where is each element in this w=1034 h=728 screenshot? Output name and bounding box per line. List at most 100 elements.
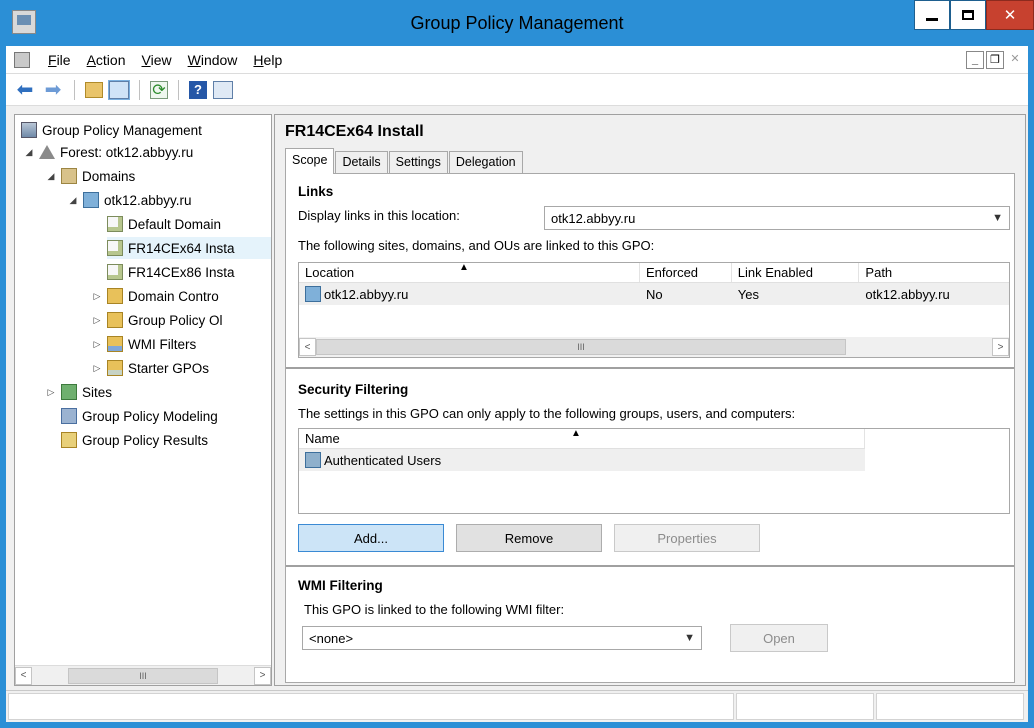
collapse-triangle-icon[interactable]: ◢	[23, 147, 35, 158]
column-link-enabled[interactable]: Link Enabled	[732, 263, 860, 282]
sort-ascending-icon: ▲	[459, 262, 469, 273]
menu-items: File Action View Window Help	[40, 52, 290, 68]
menu-window[interactable]: Window	[180, 52, 246, 68]
mdi-close-button[interactable]: ✕	[1006, 51, 1024, 69]
tree-item-label: Default Domain	[128, 216, 222, 232]
scroll-left-icon[interactable]: <	[15, 666, 32, 685]
results-icon	[61, 432, 77, 448]
tab-scope[interactable]: Scope	[285, 148, 335, 174]
links-location-dropdown[interactable]: otk12.abbyy.ru ▼	[544, 206, 1010, 230]
menu-file[interactable]: File	[40, 52, 79, 68]
cell-path: otk12.abbyy.ru	[865, 286, 950, 302]
wmi-folder-icon	[107, 336, 123, 352]
collapse-triangle-icon[interactable]: ◢	[45, 171, 57, 182]
status-cell-main	[8, 693, 734, 720]
tree-item-wmi-filters[interactable]: ▷ WMI Filters	[91, 333, 196, 355]
column-label: Name	[305, 431, 340, 446]
show-action-pane-icon[interactable]	[213, 80, 233, 99]
up-folder-icon[interactable]	[85, 81, 103, 98]
console-tree[interactable]: Group Policy Management ◢ Forest: otk12.…	[14, 114, 272, 686]
menu-help[interactable]: Help	[245, 52, 290, 68]
expand-triangle-icon[interactable]: ▷	[45, 387, 57, 398]
tree-item-fr14cex64-install[interactable]: FR14CEx64 Insta	[107, 237, 271, 259]
tab-settings[interactable]: Settings	[388, 151, 448, 174]
tree-item-label: Domain Contro	[128, 288, 219, 304]
tab-delegation[interactable]: Delegation	[448, 151, 523, 174]
tree-item-label: Starter GPOs	[128, 360, 210, 376]
remove-button[interactable]: Remove	[456, 524, 602, 552]
mdi-console-icon[interactable]	[14, 52, 30, 68]
scroll-thumb[interactable]: III	[68, 667, 218, 684]
toolbar: ⬅ ➡ ⟳ ?	[6, 74, 1028, 106]
tree-item-results[interactable]: Group Policy Results	[61, 429, 208, 451]
tree-item-sites[interactable]: ▷ Sites	[45, 381, 112, 403]
open-button[interactable]: Open	[730, 624, 828, 652]
section-divider[interactable]	[286, 564, 1014, 567]
links-listview[interactable]: Location ▲ Enforced Link Enabled Path ot…	[298, 262, 1010, 358]
scroll-right-icon[interactable]: >	[254, 666, 271, 685]
minimize-button[interactable]	[914, 0, 950, 30]
menu-view[interactable]: View	[134, 52, 180, 68]
menu-action[interactable]: Action	[79, 52, 134, 68]
forward-arrow-icon[interactable]: ➡	[42, 79, 64, 101]
scroll-right-icon[interactable]: >	[992, 338, 1009, 356]
cell-text: Authenticated Users	[324, 452, 442, 468]
sites-icon	[61, 384, 77, 400]
wmi-filtering-heading: WMI Filtering	[298, 578, 383, 593]
domain-icon	[305, 286, 321, 302]
mdi-restore-button[interactable]: ❐	[986, 51, 1004, 69]
close-button[interactable]: ✕	[986, 0, 1034, 30]
cell-text: otk12.abbyy.ru	[324, 286, 409, 302]
tab-details[interactable]: Details	[335, 151, 388, 174]
tree-item-domain[interactable]: ◢ otk12.abbyy.ru	[67, 189, 192, 211]
chevron-down-icon: ▼	[992, 212, 1003, 224]
tree-item-starter-gpos[interactable]: ▷ Starter GPOs	[91, 357, 209, 379]
column-path[interactable]: Path	[859, 263, 1009, 282]
tree-item-domains[interactable]: ◢ Domains	[45, 165, 135, 187]
scroll-track[interactable]: III	[32, 667, 254, 685]
tree-item-forest[interactable]: ◢ Forest: otk12.abbyy.ru	[23, 141, 194, 163]
properties-button[interactable]: Properties	[614, 524, 760, 552]
wmi-filter-dropdown[interactable]: <none> ▼	[302, 626, 702, 650]
table-row[interactable]: otk12.abbyy.ru No Yes otk12.abbyy.ru	[299, 283, 1009, 305]
links-horizontal-scrollbar[interactable]: < III >	[299, 337, 1009, 357]
column-location[interactable]: Location ▲	[299, 263, 640, 282]
maximize-button[interactable]	[950, 0, 986, 30]
table-row[interactable]: Authenticated Users	[299, 449, 865, 471]
title-bar[interactable]: Group Policy Management ✕	[6, 0, 1034, 46]
column-enforced[interactable]: Enforced	[640, 263, 732, 282]
tree-item-label: otk12.abbyy.ru	[104, 192, 192, 208]
client-area: File Action View Window Help _ ❐ ✕ ⬅ ➡ ⟳…	[6, 46, 1028, 722]
expand-triangle-icon[interactable]: ▷	[91, 339, 103, 350]
tree-item-group-policy-objects[interactable]: ▷ Group Policy Ol	[91, 309, 223, 331]
scroll-thumb[interactable]: III	[316, 339, 846, 355]
tree-horizontal-scrollbar[interactable]: < III >	[15, 665, 271, 685]
section-divider[interactable]	[286, 366, 1014, 369]
help-icon[interactable]: ?	[189, 80, 207, 99]
scroll-grip: III	[577, 342, 585, 352]
close-icon: ✕	[1003, 7, 1017, 24]
mdi-minimize-button[interactable]: _	[966, 51, 984, 69]
tree-item-default-domain-policy[interactable]: Default Domain	[107, 213, 221, 235]
expand-triangle-icon[interactable]: ▷	[91, 315, 103, 326]
scroll-track[interactable]: III	[316, 338, 992, 356]
cell-location: otk12.abbyy.ru	[299, 286, 640, 302]
tree-item-domain-controllers[interactable]: ▷ Domain Contro	[91, 285, 219, 307]
wmi-filter-value: <none>	[309, 630, 354, 646]
column-name[interactable]: Name ▲	[299, 429, 865, 448]
scroll-left-icon[interactable]: <	[299, 338, 316, 356]
refresh-icon[interactable]: ⟳	[150, 80, 168, 99]
tree-item-fr14cex86-install[interactable]: FR14CEx86 Insta	[107, 261, 235, 283]
gpo-link-icon	[107, 240, 123, 256]
gpo-title: FR14CEx64 Install	[285, 123, 424, 140]
expand-triangle-icon[interactable]: ▷	[91, 363, 103, 374]
expand-triangle-icon[interactable]: ▷	[91, 291, 103, 302]
show-hide-tree-icon[interactable]	[108, 79, 130, 100]
add-button[interactable]: Add...	[298, 524, 444, 552]
security-listview[interactable]: Name ▲ Authenticated Users	[298, 428, 1010, 514]
collapse-triangle-icon[interactable]: ◢	[67, 195, 79, 206]
wmi-filtering-description: This GPO is linked to the following WMI …	[304, 602, 565, 617]
tree-item-modeling[interactable]: Group Policy Modeling	[61, 405, 218, 427]
tree-item-gpm[interactable]: Group Policy Management	[21, 119, 202, 141]
back-arrow-icon[interactable]: ⬅	[14, 79, 36, 101]
